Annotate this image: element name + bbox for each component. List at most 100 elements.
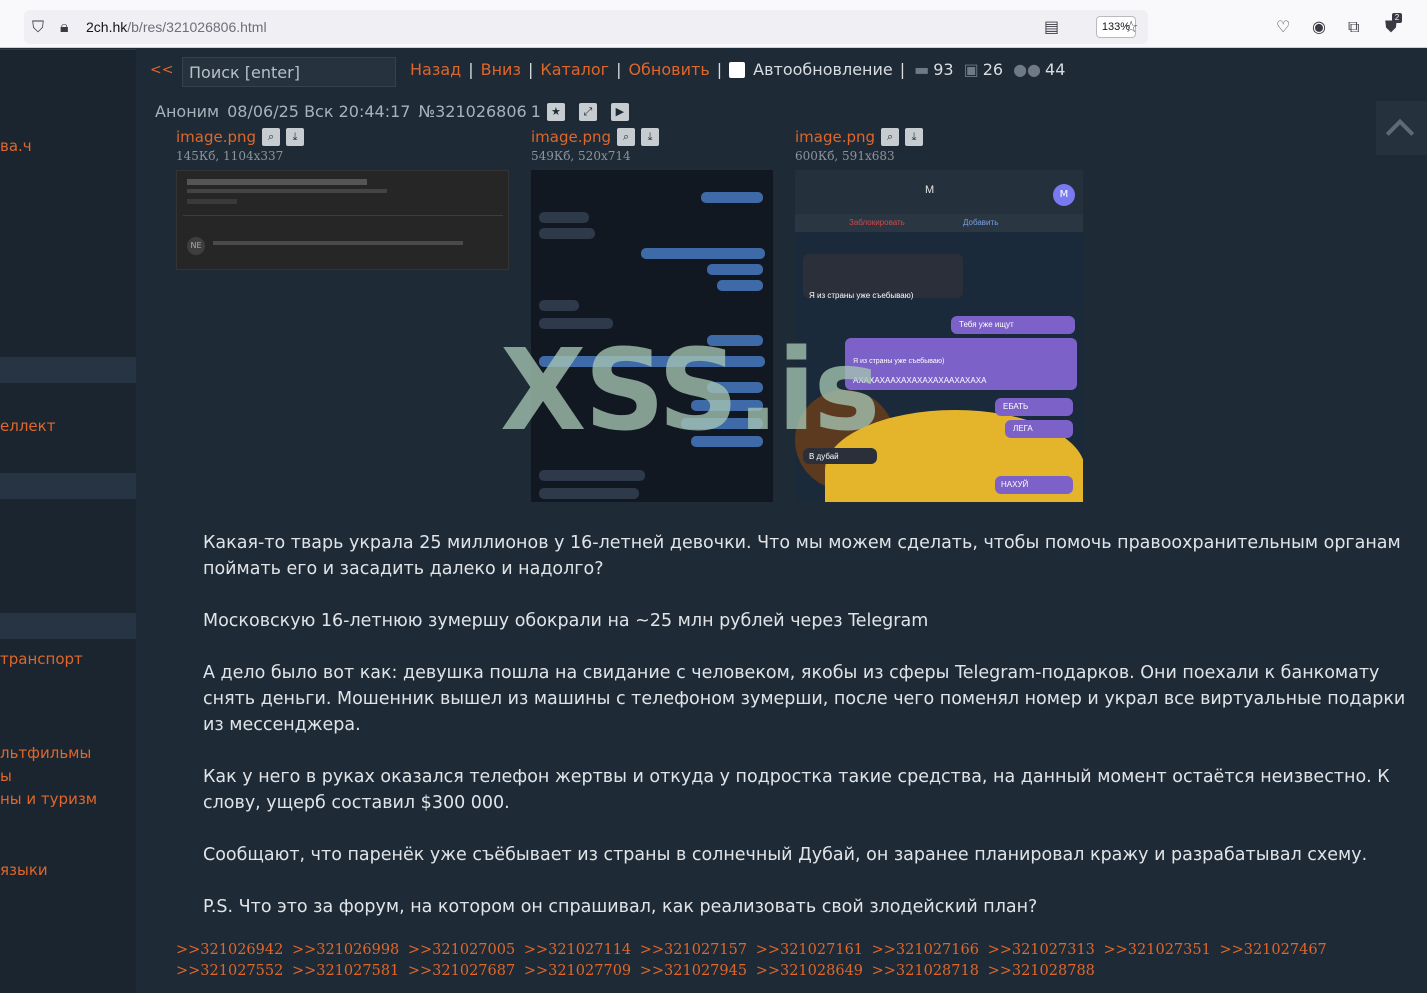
bookmark-star-icon[interactable]: ☆ xyxy=(1124,17,1138,36)
users-icon: ●● xyxy=(1013,60,1042,79)
image-attachment: image.png ⌕ ⤓ 145Кб, 1104x337 xyxy=(176,128,305,163)
sidebar-item[interactable]: языки xyxy=(0,861,48,879)
reader-view-icon[interactable]: ▤ xyxy=(1044,17,1059,36)
nav-down-link[interactable]: Вниз xyxy=(481,60,521,79)
image-meta: 600Кб, 591x683 xyxy=(795,149,895,163)
shield-icon[interactable]: ⛉ xyxy=(32,17,44,37)
reply-link[interactable]: >>321026998 xyxy=(292,942,399,958)
post-paragraph: Московскую 16-летнюю зумершу обокрали на… xyxy=(203,611,929,631)
post-date: 08/06/25 Вск 20:44:17 xyxy=(227,102,411,121)
play-icon[interactable]: ▶ xyxy=(610,102,629,121)
post-body: Какая-то тварь украла 25 миллионов у 16-… xyxy=(203,530,1413,946)
image-thumbnail[interactable]: NE xyxy=(176,170,509,270)
chat-contact-name: M xyxy=(925,184,935,196)
reply-link[interactable]: >>321027945 xyxy=(640,963,747,979)
chat-message: Я из страны уже съебываю) xyxy=(809,291,914,300)
reply-link[interactable]: >>321027166 xyxy=(872,942,979,958)
reply-link[interactable]: >>321028649 xyxy=(756,963,863,979)
sidebar-item[interactable]: льтфильмы xyxy=(0,744,91,762)
reply-link[interactable]: >>321026942 xyxy=(176,942,283,958)
post-index: 1 xyxy=(530,102,541,121)
chat-message: Тебя уже ищут xyxy=(959,320,1014,329)
search-icon[interactable]: ⌕ xyxy=(617,128,636,146)
reply-link[interactable]: >>321027467 xyxy=(1219,942,1326,958)
address-bar[interactable]: ⛉ 🔒︎ 2ch.hk/b/res/321026806.html ▤ 133% … xyxy=(24,10,1148,44)
chat-message: ЛЕГА xyxy=(1013,424,1033,433)
lock-icon[interactable]: 🔒︎ xyxy=(60,17,69,37)
download-icon[interactable]: ⤓ xyxy=(905,128,924,146)
reply-link[interactable]: >>321027161 xyxy=(756,942,863,958)
image-filename[interactable]: image.png xyxy=(176,128,256,146)
reply-link[interactable]: >>321028788 xyxy=(988,963,1095,979)
sidebar-item[interactable]: транспорт xyxy=(0,650,83,668)
post-paragraph: Какая-то тварь украла 25 миллионов у 16-… xyxy=(203,533,1401,579)
reply-link[interactable]: >>321027157 xyxy=(640,942,747,958)
images-icon: ▣ xyxy=(963,60,979,79)
chevron-up-icon xyxy=(1385,118,1415,148)
reply-link[interactable]: >>321027552 xyxy=(176,963,283,979)
download-icon[interactable]: ⤓ xyxy=(286,128,305,146)
autoupdate-label: Автообновление xyxy=(753,60,893,79)
nav-back-link[interactable]: Назад xyxy=(410,60,461,79)
sidebar-item[interactable]: ы xyxy=(0,767,12,785)
image-meta: 549Кб, 520x714 xyxy=(531,149,631,163)
chat-message: ЕБАТЬ xyxy=(1003,402,1029,411)
post-number[interactable]: №321026806 xyxy=(418,102,526,121)
download-icon[interactable]: ⤓ xyxy=(641,128,660,146)
url-text[interactable]: 2ch.hk/b/res/321026806.html xyxy=(86,19,267,35)
image-filename[interactable]: image.png xyxy=(795,128,875,146)
image-filename[interactable]: image.png xyxy=(531,128,611,146)
autoupdate-checkbox[interactable] xyxy=(729,61,746,78)
reply-link[interactable]: >>321027114 xyxy=(524,942,631,958)
posts-icon: ▬ xyxy=(914,60,930,79)
reply-link[interactable]: >>321027313 xyxy=(988,942,1095,958)
post-paragraph: P.S. Что это за форум, на котором он спр… xyxy=(203,897,1038,917)
images-count: 26 xyxy=(982,60,1004,79)
reply-link[interactable]: >>321028718 xyxy=(872,963,979,979)
reply-link[interactable]: >>321027687 xyxy=(408,963,515,979)
sidebar-item[interactable]: еллект xyxy=(0,417,55,435)
post-paragraph: Сообщают, что паренёк уже съёбывает из с… xyxy=(203,845,1368,865)
users-count: 44 xyxy=(1045,60,1066,79)
post-paragraph: А дело было вот как: девушка пошла на св… xyxy=(203,663,1406,735)
image-attachment: image.png ⌕ ⤓ 549Кб, 520x714 xyxy=(531,128,660,163)
post-author: Аноним xyxy=(155,102,220,121)
board-sidebar: ва.ч еллект транспорт льтфильмы ы ны и т… xyxy=(0,49,136,993)
nav-catalog-link[interactable]: Каталог xyxy=(540,60,609,79)
reply-links: >>321026942 >>321026998 >>321027005 >>32… xyxy=(176,940,1416,982)
search-input[interactable] xyxy=(182,57,396,87)
collapse-sidebar-button[interactable]: << xyxy=(150,62,173,78)
chat-message: НАХУЙ xyxy=(1001,480,1029,489)
search-icon[interactable]: ⌕ xyxy=(262,128,281,146)
browser-toolbar: ⛉ 🔒︎ 2ch.hk/b/res/321026806.html ▤ 133% … xyxy=(0,0,1427,48)
post-paragraph: Как у него в руках оказался телефон жерт… xyxy=(203,767,1390,813)
reply-link[interactable]: >>321027005 xyxy=(408,942,515,958)
reply-link[interactable]: >>321027351 xyxy=(1104,942,1211,958)
sidebar-section xyxy=(0,613,136,639)
posts-count: 93 xyxy=(933,60,954,79)
chat-avatar: M xyxy=(1053,184,1075,206)
reply-link[interactable]: >>321027709 xyxy=(524,963,631,979)
post-header: Аноним 08/06/25 Вск 20:44:17 №321026806 … xyxy=(155,102,637,121)
url-host: 2ch.hk xyxy=(86,19,128,35)
favorite-star-icon[interactable]: ★ xyxy=(546,102,565,121)
add-label: Добавить xyxy=(963,218,999,227)
scroll-to-top-button[interactable] xyxy=(1376,101,1427,155)
account-icon[interactable]: ◉ xyxy=(1312,17,1326,36)
expand-icon[interactable]: ⤢ xyxy=(578,102,597,121)
thread-navbar: << Назад| Вниз| Каталог| Обновить| Автоо… xyxy=(136,56,1427,90)
sidebar-item[interactable]: ва.ч xyxy=(0,137,32,155)
image-meta: 145Кб, 1104x337 xyxy=(176,149,284,163)
sidebar-section xyxy=(0,473,136,499)
sidebar-divider xyxy=(0,49,136,69)
nav-links: Назад | Вниз | Каталог | Обновить | Автообно… xyxy=(410,60,1066,79)
extension-badge: 2 xyxy=(1392,13,1402,23)
block-label: Заблокировать xyxy=(849,218,905,227)
reply-link[interactable]: >>321027581 xyxy=(292,963,399,979)
sidebar-item[interactable]: ны и туризм xyxy=(0,790,97,808)
pocket-icon[interactable]: ♡ xyxy=(1276,17,1290,36)
watermark: XSS.is xyxy=(500,326,880,456)
nav-refresh-link[interactable]: Обновить xyxy=(628,60,709,79)
search-icon[interactable]: ⌕ xyxy=(881,128,900,146)
extensions-icon[interactable]: ⧉ xyxy=(1348,17,1359,37)
